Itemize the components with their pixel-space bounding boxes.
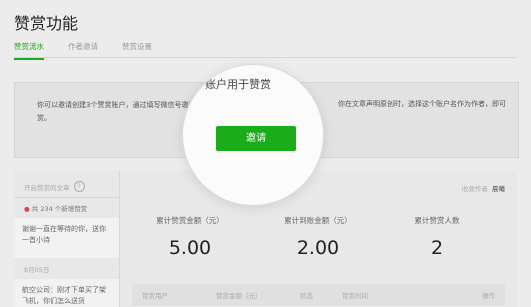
- magnifier-spotlight: 账户用于赞赏 邀请: [183, 65, 323, 205]
- recipient-author: 收款作者 晨曦: [462, 183, 505, 193]
- stat-total-received: 累计到账金额（元） 2.00: [258, 215, 378, 259]
- sidebar-divider: [14, 197, 119, 198]
- stat-label: 累计赞赏人数: [414, 216, 460, 225]
- new-reward-count: ● 共 234 个新增赞赏: [24, 203, 87, 213]
- stat-label: 累计到账金额（元）: [284, 216, 352, 225]
- article-date: 8月05日: [24, 266, 50, 274]
- column-header-user: 赞赏用户: [142, 292, 168, 300]
- article-item[interactable]: 航空公司：刚才下单买了架飞机，你们怎么送货: [14, 279, 119, 307]
- stat-total-people: 累计赞赏人数 2: [377, 215, 497, 259]
- article-sidebar: 开启赞赏的文章 ? ● 共 234 个新增赞赏 谢谢一直在等待的你，送你一首小诗…: [14, 171, 120, 307]
- reward-stats-panel: 收款作者 晨曦 累计赞赏金额（元） 5.00 累计到账金额（元） 2.00 累计…: [120, 171, 517, 307]
- column-header-action: 操作: [482, 292, 495, 300]
- help-icon[interactable]: ?: [73, 181, 85, 192]
- sidebar-header: 开启赞赏的文章 ?: [24, 181, 85, 192]
- article-item-title: 谢谢一直在等待的你，送你一首小诗: [22, 225, 106, 244]
- page-title: 赞赏功能: [14, 14, 79, 33]
- tab-divider: [14, 57, 517, 58]
- stat-value: 2: [430, 237, 444, 259]
- column-header-amount: 赞赏金额（元）: [216, 292, 262, 300]
- column-header-status: 状态: [300, 292, 313, 300]
- page: 赞赏功能 赞赏流水 作者邀请 赞赏设置 你可以邀请创建3个赞赏账户，通过填写微信…: [0, 0, 531, 307]
- table-header: 赞赏用户 赞赏金额（元） 状态 赞赏时间 操作: [132, 284, 505, 306]
- new-reward-count-text: 共 234 个新增赞赏: [31, 205, 88, 213]
- stat-value: 5.00: [168, 237, 212, 259]
- article-item-title: 航空公司：刚才下单买了架飞机，你们怎么送货: [22, 286, 106, 305]
- recipient-name[interactable]: 晨曦: [492, 185, 505, 193]
- invite-button[interactable]: 邀请: [216, 126, 296, 151]
- stat-value: 2.00: [296, 237, 340, 259]
- notice-text-right: 你在文章声明原创时，选择这个账户名作为作者，即可: [338, 100, 506, 108]
- article-item[interactable]: 谢谢一直在等待的你，送你一首小诗: [14, 218, 119, 258]
- new-dot-icon: ●: [24, 205, 30, 213]
- stat-label: 累计赞赏金额（元）: [156, 216, 224, 225]
- stat-total-reward: 累计赞赏金额（元） 5.00: [130, 215, 250, 259]
- recipient-label: 收款作者: [461, 185, 488, 193]
- sidebar-header-label: 开启赞赏的文章: [24, 183, 70, 192]
- column-header-time: 赞赏时间: [342, 292, 368, 300]
- magnified-text: 账户用于赞赏: [205, 78, 271, 91]
